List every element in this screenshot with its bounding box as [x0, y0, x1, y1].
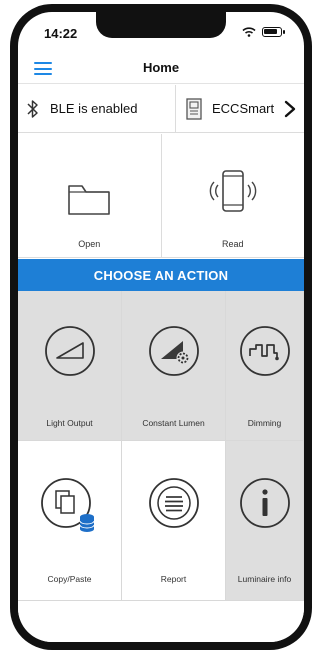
light-output-label: Light Output [46, 418, 93, 428]
report-icon [148, 478, 199, 528]
ble-status-label: BLE is enabled [50, 101, 138, 116]
bottom-empty-area [18, 601, 304, 642]
choose-action-banner: CHOOSE AN ACTION [18, 259, 304, 291]
status-time: 14:22 [44, 26, 78, 41]
page-title: Home [142, 60, 180, 75]
device-name: ECCSmart [212, 101, 275, 116]
read-label: Read [221, 239, 244, 249]
device-selector[interactable]: ECCSmart [176, 85, 304, 132]
dimming-icon [239, 326, 290, 376]
ble-status[interactable]: BLE is enabled [18, 85, 176, 132]
phone-read-icon [209, 170, 256, 212]
constant-lumen-label: Constant Lumen [142, 418, 205, 428]
wifi-icon [242, 27, 256, 37]
phone-frame: 14:22 Home BLE is enabled ECCSmart Open … [10, 4, 312, 650]
folder-icon [68, 185, 111, 215]
light-output-icon [44, 326, 95, 376]
status-icons [242, 27, 285, 37]
nav-bar: Home [18, 52, 304, 84]
info-icon [239, 478, 290, 528]
luminaire-info-tile[interactable]: Luminaire info [226, 441, 304, 601]
banner-text: CHOOSE AN ACTION [93, 267, 229, 283]
dimming-tile[interactable]: Dimming [226, 291, 304, 441]
open-action[interactable]: Open [18, 134, 161, 257]
battery-icon [262, 27, 285, 37]
read-action[interactable]: Read [160, 134, 305, 257]
constant-lumen-tile[interactable]: Constant Lumen [122, 291, 226, 441]
phone-notch [96, 12, 226, 38]
light-output-tile[interactable]: Light Output [18, 291, 122, 441]
copy-paste-label: Copy/Paste [47, 574, 92, 584]
open-label: Open [78, 239, 101, 249]
database-icon [79, 514, 94, 532]
action-grid: Light Output Constant Lumen Dimming Copy… [18, 291, 304, 601]
bluetooth-icon [27, 99, 38, 118]
chevron-right-icon[interactable] [284, 100, 296, 118]
quick-actions: Open Read [18, 134, 304, 258]
app-screen: 14:22 Home BLE is enabled ECCSmart Open … [18, 12, 304, 642]
copy-paste-icon [40, 478, 94, 532]
constant-lumen-icon [148, 326, 199, 376]
luminaire-info-label: Luminaire info [237, 574, 292, 584]
menu-icon[interactable] [34, 62, 52, 75]
report-tile[interactable]: Report [122, 441, 226, 601]
dimming-label: Dimming [247, 418, 282, 428]
copy-paste-tile[interactable]: Copy/Paste [18, 441, 122, 601]
report-label: Report [160, 574, 187, 584]
connection-info-row: BLE is enabled ECCSmart [18, 85, 304, 133]
device-icon [186, 97, 202, 120]
